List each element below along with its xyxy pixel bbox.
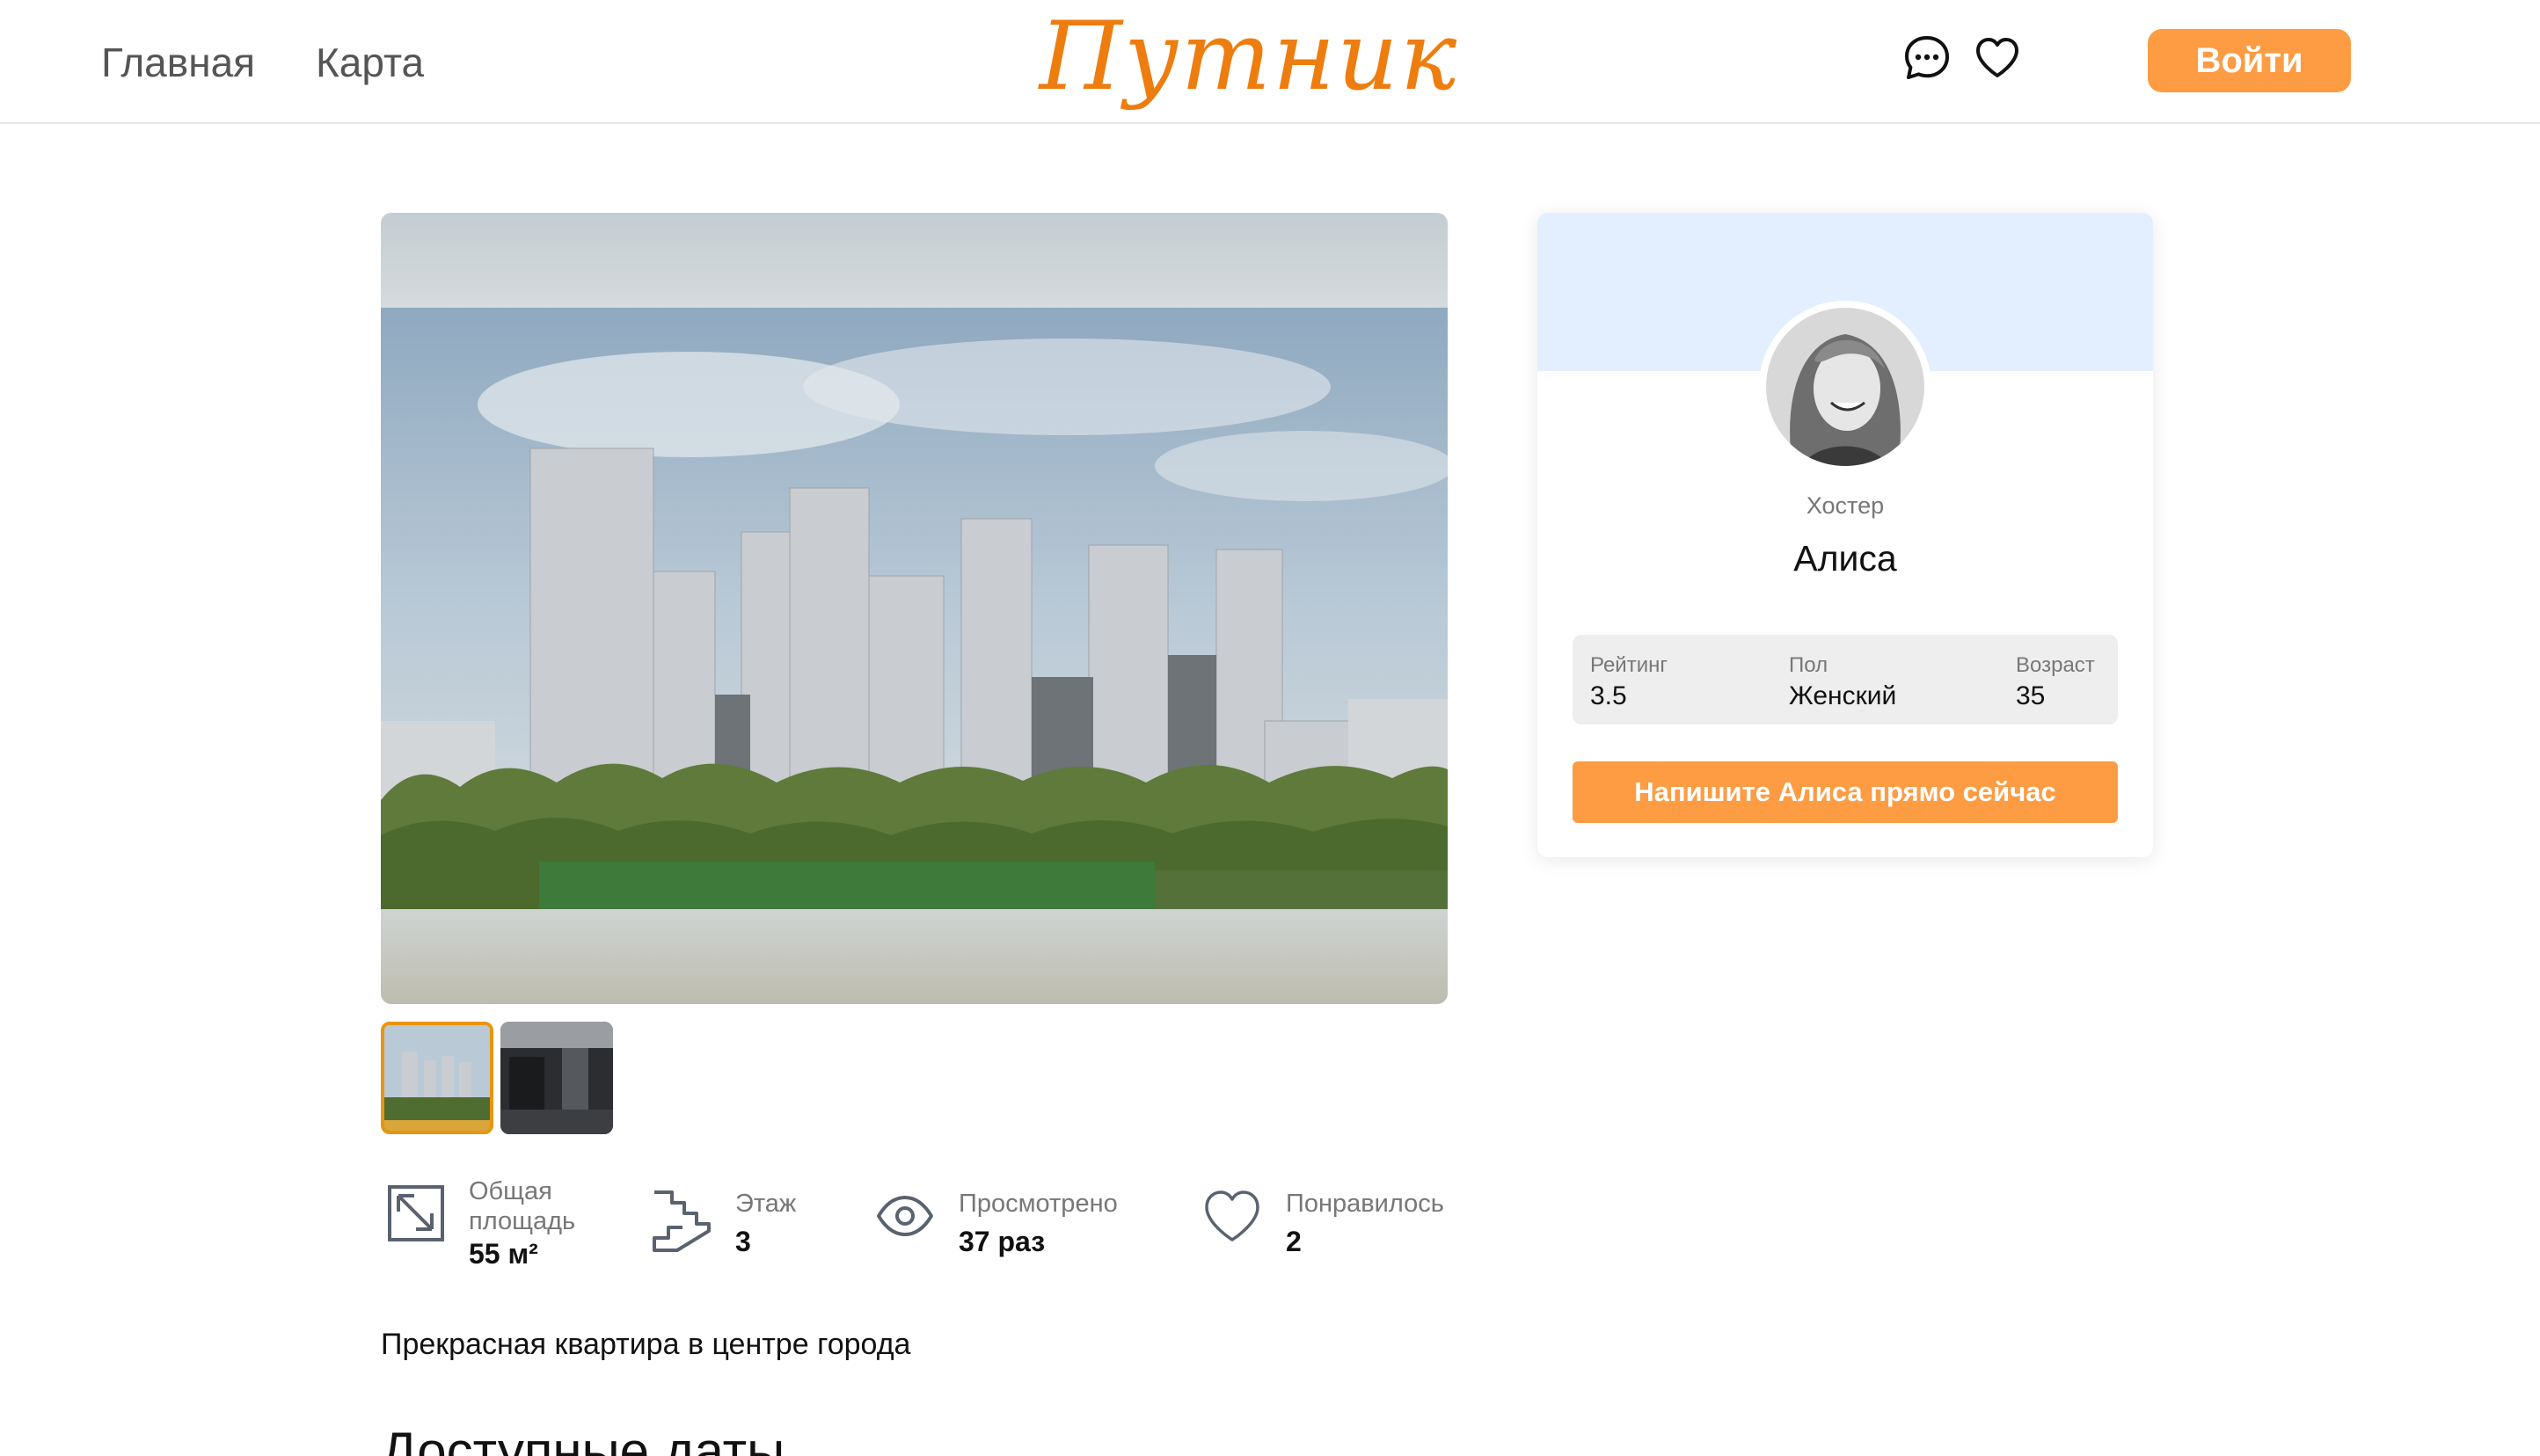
stairs-icon — [651, 1189, 721, 1259]
area-icon — [386, 1183, 456, 1254]
gallery-thumbnail[interactable] — [500, 1022, 613, 1134]
listing-description: Прекрасная квартира в центре города — [381, 1328, 911, 1361]
host-role: Хостер — [1806, 492, 1885, 519]
favorites-heart-icon[interactable] — [1973, 33, 2022, 83]
site-header: Главная Карта Путник Войти — [0, 0, 2540, 124]
stat-value: 3 — [735, 1226, 751, 1257]
stat-value: 37 раз — [959, 1226, 1046, 1257]
info-value: 35 — [2016, 681, 2046, 710]
host-rating: Рейтинг 3.5 — [1590, 652, 1668, 714]
avatar — [1759, 301, 1931, 473]
eye-icon — [876, 1194, 946, 1264]
stat-value: 2 — [1286, 1226, 1302, 1257]
host-info-panel: Рейтинг 3.5 Пол Женский Возраст 35 — [1573, 635, 2118, 724]
nav-link-home[interactable]: Главная — [101, 35, 255, 90]
info-label: Возраст — [2016, 653, 2095, 677]
message-host-button[interactable]: Напишите Алиса прямо сейчас — [1573, 761, 2118, 823]
gallery-thumbnail[interactable] — [381, 1022, 493, 1134]
info-label: Пол — [1789, 653, 1828, 677]
host-name: Алиса — [1793, 538, 1897, 579]
stat-label: Понравилось — [1286, 1190, 1444, 1218]
apartment-photo — [381, 308, 1448, 909]
chat-icon[interactable] — [1902, 33, 1952, 83]
host-age: Возраст 35 — [2016, 652, 2095, 714]
host-card: Хостер Алиса Рейтинг 3.5 Пол Женский Воз… — [1537, 213, 2153, 857]
host-gender: Пол Женский — [1789, 652, 1896, 714]
main-photo[interactable] — [381, 213, 1448, 1004]
stat-value: 55 м² — [469, 1238, 538, 1270]
info-label: Рейтинг — [1590, 653, 1668, 677]
site-logo[interactable]: Путник — [1038, 0, 1460, 124]
stat-label: Просмотрено — [959, 1190, 1118, 1218]
info-value: 3.5 — [1590, 681, 1627, 710]
stat-label: Общая площадь — [469, 1177, 576, 1235]
stat-label: Этаж — [735, 1190, 797, 1218]
login-button[interactable]: Войти — [2148, 29, 2351, 92]
info-value: Женский — [1789, 681, 1897, 710]
nav-link-map[interactable]: Карта — [316, 35, 424, 90]
heart-icon — [1203, 1189, 1274, 1259]
available-dates-title: Доступные даты — [381, 1422, 785, 1456]
